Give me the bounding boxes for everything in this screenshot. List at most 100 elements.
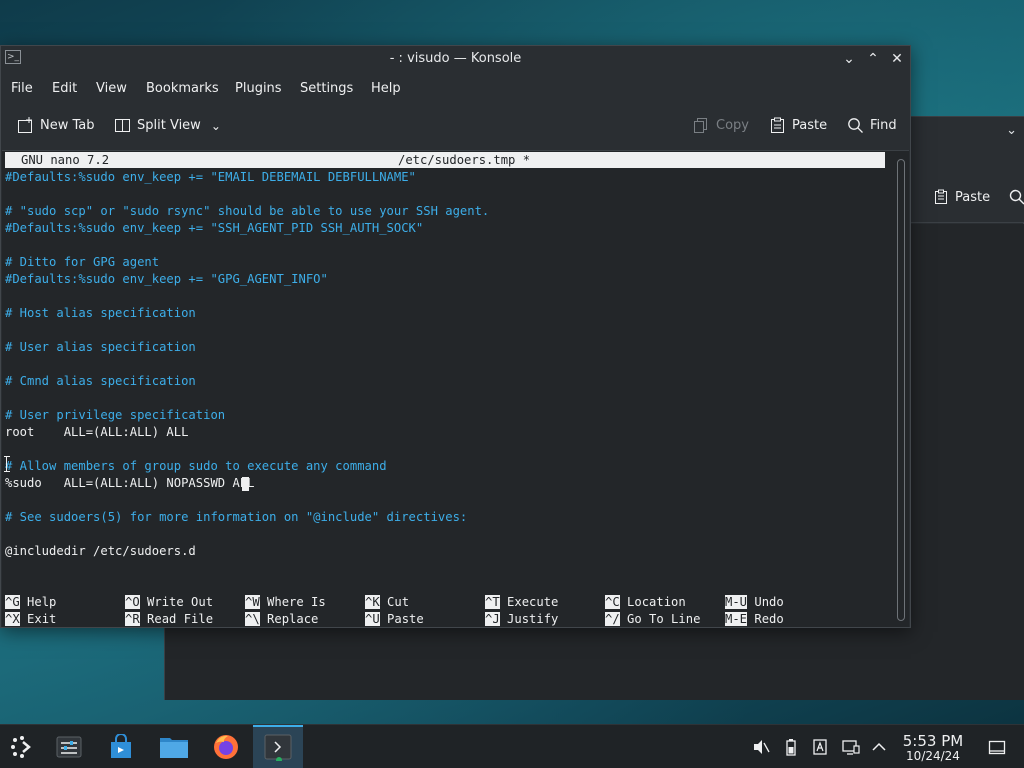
editor-line[interactable]: # See sudoers(5) for more information on…	[5, 509, 467, 526]
sudo-line-text: %sudo ALL=(ALL:ALL) NOPASSWD ALL	[5, 476, 255, 490]
shortcut-key: ^T	[485, 595, 500, 609]
editor-line[interactable]: # Host alias specification	[5, 305, 196, 322]
menu-file[interactable]: File	[11, 81, 33, 96]
shortcut-redo[interactable]: M-E Redo	[725, 611, 784, 628]
chevron-down-icon[interactable]: ⌄	[211, 119, 221, 133]
konsole-icon[interactable]	[261, 731, 295, 763]
discover-store-icon[interactable]	[104, 731, 138, 763]
shortcut-key: ^R	[125, 612, 140, 626]
paste-label: Paste	[792, 118, 828, 133]
clipboard-icon[interactable]	[811, 738, 829, 756]
paste-button[interactable]: Paste	[769, 117, 827, 134]
editor-line[interactable]: # "sudo scp" or "sudo rsync" should be a…	[5, 203, 489, 220]
shortcut-label: Help	[27, 595, 57, 609]
shortcut-key: ^K	[365, 595, 380, 609]
text-cursor	[242, 477, 249, 491]
shortcut-key: ^X	[5, 612, 20, 626]
clock-date[interactable]: 10/24/24	[900, 749, 966, 763]
new-tab-label: New Tab	[40, 118, 95, 133]
shortcut-label: Where Is	[267, 595, 326, 609]
window-title: - : visudo — Konsole	[389, 51, 522, 66]
editor-line[interactable]: #Defaults:%sudo env_keep += "EMAIL DEBEM…	[5, 169, 416, 186]
shortcut-write-out[interactable]: ^O Write Out	[125, 594, 213, 611]
shortcut-read-file[interactable]: ^R Read File	[125, 611, 213, 628]
menu-view[interactable]: View	[96, 81, 127, 96]
shortcut-location[interactable]: ^C Location	[605, 594, 686, 611]
find-label: Find	[870, 118, 897, 133]
editor-line[interactable]: # User privilege specification	[5, 407, 225, 424]
network-icon[interactable]	[842, 738, 860, 756]
menu-settings[interactable]: Settings	[300, 81, 353, 96]
shortcut-go-to-line[interactable]: ^/ Go To Line	[605, 611, 700, 628]
konsole-window[interactable]: >_ - : visudo — Konsole ⌄ ⌃ ✕ File Edit …	[0, 45, 911, 628]
copy-button[interactable]: Copy	[693, 117, 749, 134]
search-icon	[848, 118, 863, 133]
shortcut-label: Location	[627, 595, 686, 609]
clock-time[interactable]: 5:53 PM	[900, 732, 966, 750]
system-settings-icon[interactable]	[52, 731, 86, 763]
shortcut-key: M-E	[725, 612, 748, 626]
editor-line[interactable]: # User alias specification	[5, 339, 196, 356]
firefox-icon[interactable]	[209, 731, 243, 763]
shortcut-exit[interactable]: ^X Exit	[5, 611, 56, 628]
expand-tray-icon[interactable]	[870, 738, 888, 756]
shortcut-label: Replace	[267, 612, 319, 626]
shortcut-paste[interactable]: ^U Paste	[365, 611, 424, 628]
editor-line[interactable]: #Defaults:%sudo env_keep += "GPG_AGENT_I…	[5, 271, 328, 288]
shortcut-cut[interactable]: ^K Cut	[365, 594, 409, 611]
shortcut-label: Justify	[507, 612, 559, 626]
editor-line[interactable]: root ALL=(ALL:ALL) ALL	[5, 424, 188, 441]
nano-filename: /etc/sudoers.tmp *	[398, 153, 531, 167]
editor-line[interactable]: @includedir /etc/sudoers.d	[5, 543, 196, 560]
split-view-button[interactable]: Split View ⌄	[114, 117, 221, 134]
menu-edit[interactable]: Edit	[52, 81, 77, 96]
shortcut-execute[interactable]: ^T Execute	[485, 594, 558, 611]
menu-plugins[interactable]: Plugins	[235, 81, 282, 96]
editor-line-cursor[interactable]: %sudo ALL=(ALL:ALL) NOPASSWD ALL	[5, 475, 254, 492]
shortcut-label: Redo	[754, 612, 784, 626]
editor-line[interactable]: # Cmnd alias specification	[5, 373, 196, 390]
editor-line[interactable]: # Ditto for GPG agent	[5, 254, 159, 271]
shortcut-label: Write Out	[147, 595, 214, 609]
new-tab-icon	[18, 117, 32, 133]
shortcut-key: ^O	[125, 595, 140, 609]
shortcut-label: Go To Line	[627, 612, 701, 626]
shortcut-where-is[interactable]: ^W Where Is	[245, 594, 326, 611]
clipboard-icon	[771, 117, 784, 133]
shortcut-justify[interactable]: ^J Justify	[485, 611, 558, 628]
shortcut-key: ^/	[605, 612, 620, 626]
nano-version: GNU nano 7.2	[21, 153, 110, 167]
shortcut-help[interactable]: ^G Help	[5, 594, 56, 611]
close-button[interactable]: ✕	[887, 49, 907, 69]
volume-muted-icon[interactable]	[752, 738, 770, 756]
toolbar: New Tab Split View ⌄ Copy Paste Find	[1, 106, 910, 148]
background-paste-button[interactable]: Paste	[933, 189, 990, 205]
new-tab-button[interactable]: New Tab	[17, 117, 95, 134]
minimize-button[interactable]: ⌄	[839, 49, 859, 69]
split-view-icon	[115, 119, 130, 132]
nano-header-bar: GNU nano 7.2 /etc/sudoers.tmp *	[5, 152, 885, 168]
shortcut-label: Undo	[754, 595, 784, 609]
show-desktop-icon[interactable]	[988, 738, 1006, 756]
editor-line[interactable]: # Allow members of group sudo to execute…	[5, 458, 387, 475]
shortcut-key: ^U	[365, 612, 380, 626]
shortcut-undo[interactable]: M-U Undo	[725, 594, 784, 611]
terminal-area[interactable]: GNU nano 7.2 /etc/sudoers.tmp * #Default…	[2, 150, 909, 627]
terminal-scrollbar[interactable]	[897, 159, 905, 621]
maximize-button[interactable]: ⌃	[863, 49, 883, 69]
copy-icon	[694, 118, 707, 133]
shortcut-label: Cut	[387, 595, 410, 609]
file-manager-icon[interactable]	[157, 731, 191, 763]
editor-line[interactable]: #Defaults:%sudo env_keep += "SSH_AGENT_P…	[5, 220, 423, 237]
taskbar: 5:53 PM 10/24/24	[0, 724, 1024, 768]
chevron-down-icon[interactable]: ⌄	[1006, 123, 1017, 138]
window-titlebar[interactable]: >_ - : visudo — Konsole ⌄ ⌃ ✕	[1, 46, 910, 72]
menu-help[interactable]: Help	[371, 81, 401, 96]
find-button[interactable]: Find	[847, 117, 897, 134]
app-launcher-icon[interactable]	[5, 731, 39, 763]
copy-label: Copy	[716, 118, 749, 133]
search-icon[interactable]	[1009, 189, 1024, 209]
shortcut-replace[interactable]: ^\ Replace	[245, 611, 318, 628]
battery-icon[interactable]	[782, 738, 800, 756]
menu-bookmarks[interactable]: Bookmarks	[146, 81, 219, 96]
